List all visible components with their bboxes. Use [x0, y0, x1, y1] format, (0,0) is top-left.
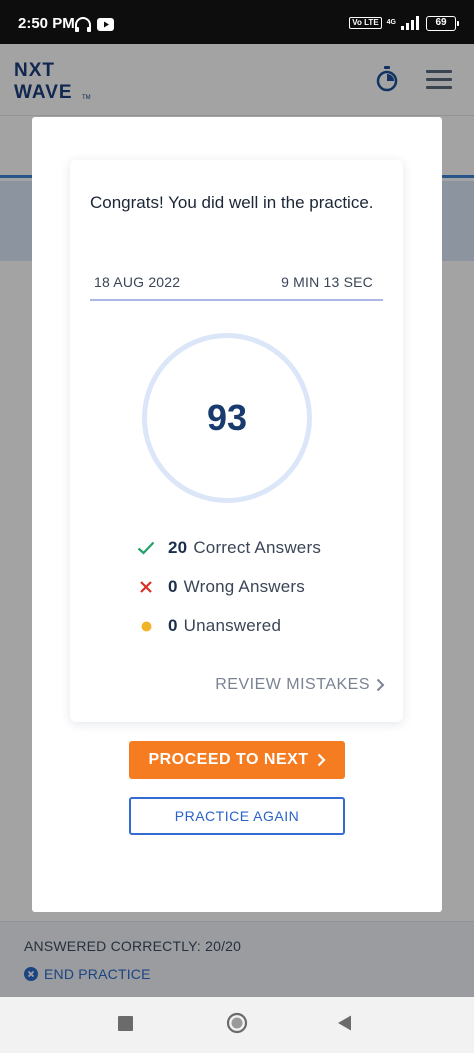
unanswered-label: Unanswered: [183, 616, 282, 635]
proceed-to-next-button[interactable]: PROCEED TO NEXT: [129, 741, 345, 779]
practice-meta: 18 AUG 2022 9 MIN 13 SEC: [90, 267, 383, 301]
result-card: Congrats! You did well in the practice. …: [70, 160, 403, 722]
practice-duration: 9 MIN 13 SEC: [281, 274, 373, 290]
chevron-right-icon: [376, 678, 385, 692]
practice-date: 18 AUG 2022: [94, 274, 181, 290]
youtube-icon: [97, 18, 114, 31]
status-time: 2:50 PM: [18, 15, 75, 32]
wrong-label: Wrong Answers: [183, 577, 305, 596]
practice-again-label: PRACTICE AGAIN: [174, 808, 300, 824]
back-icon[interactable]: [336, 1014, 354, 1032]
review-mistakes-link[interactable]: REVIEW MISTAKES: [215, 674, 385, 696]
chevron-right-icon: [317, 753, 326, 767]
volte-indicator: Vo LTE: [349, 17, 382, 29]
stat-wrong: 0 Wrong Answers: [136, 575, 305, 599]
dot-icon: [136, 616, 156, 636]
unanswered-count: 0: [168, 616, 178, 635]
stat-correct: 20 Correct Answers: [136, 536, 321, 560]
cross-icon: [136, 577, 156, 597]
network-type: 4G: [386, 19, 396, 26]
wrong-count: 0: [168, 577, 178, 596]
congrats-message: Congrats! You did well in the practice.: [90, 193, 374, 212]
headphones-icon: [75, 17, 91, 32]
check-icon: [136, 538, 156, 558]
results-modal: Congrats! You did well in the practice. …: [32, 117, 442, 912]
battery-icon: 69: [426, 15, 459, 31]
home-icon[interactable]: [226, 1012, 248, 1034]
stat-unanswered: 0 Unanswered: [136, 614, 281, 638]
correct-count: 20: [168, 538, 188, 557]
system-nav-bar: [0, 997, 474, 1053]
recents-icon[interactable]: [118, 1016, 133, 1031]
score-value: 93: [206, 397, 248, 438]
status-indicators: Vo LTE 4G 69: [349, 14, 459, 32]
score-ring: 93: [142, 333, 312, 503]
correct-label: Correct Answers: [193, 538, 322, 557]
practice-again-button[interactable]: PRACTICE AGAIN: [129, 797, 345, 835]
review-mistakes-label: REVIEW MISTAKES: [215, 676, 370, 693]
signal-icon: [401, 16, 419, 30]
proceed-label: PROCEED TO NEXT: [148, 751, 309, 768]
status-bar: 2:50 PM Vo LTE 4G 69: [0, 0, 474, 44]
